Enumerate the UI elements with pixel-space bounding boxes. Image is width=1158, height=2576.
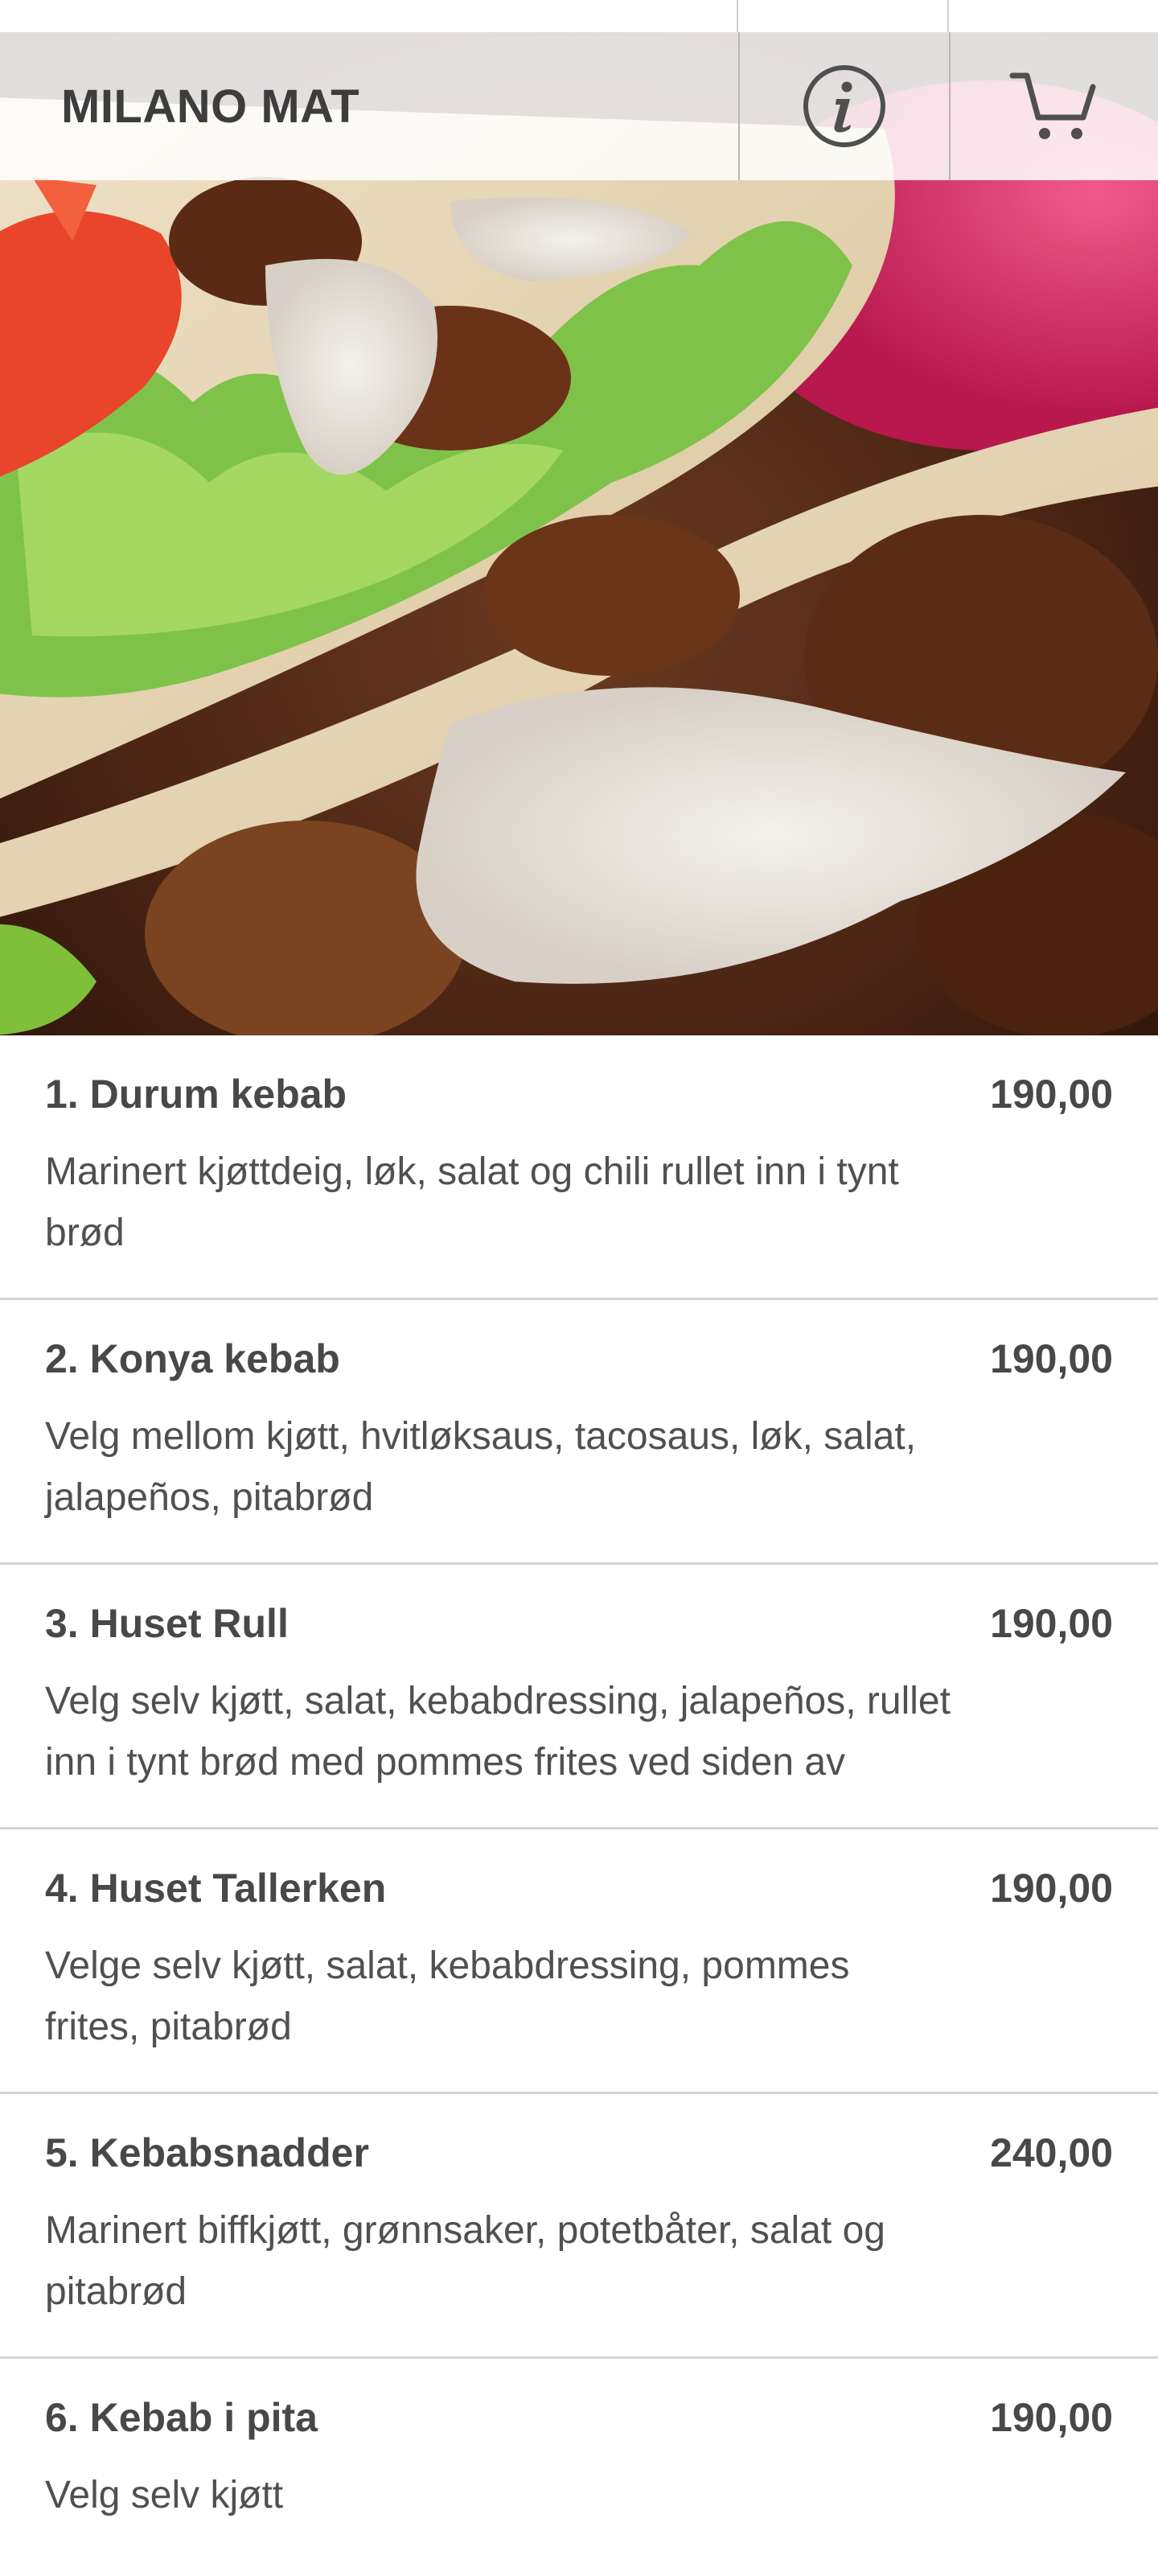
menu-item[interactable]: 3. Huset Rull 190,00 Velg selv kjøtt, sa… [0,1565,1158,1829]
menu-item-description: Velg mellom kjøtt, hvitløksaus, tacosaus… [45,1415,917,1519]
menu-item-name: 1. Durum kebab [45,1072,347,1117]
menu-item[interactable]: 6. Kebab i pita 190,00 Velg selv kjøtt [0,2359,1158,2560]
header-bar: MILANO MAT [0,32,1158,180]
menu-item-description: Marinert biffkjøtt, grønnsaker, potetbåt… [45,2209,885,2313]
cart-button[interactable] [949,32,1158,180]
header-divider [947,0,949,32]
menu-item-description: Velge selv kjøtt, salat, kebabdressing, … [45,1944,850,2048]
menu-item-description: Marinert kjøttdeig, løk, salat og chili … [45,1150,899,1254]
menu-item-name: 3. Huset Rull [45,1601,289,1646]
menu-item-description: Velg selv kjøtt, salat, kebabdressing, j… [45,1680,951,1784]
menu-item-name: 4. Huset Tallerken [45,1866,387,1911]
status-strip [0,0,1158,32]
menu-item-price: 190,00 [990,1336,1113,1381]
menu-item-price: 190,00 [990,1866,1113,1911]
menu-item-name: 6. Kebab i pita [45,2395,318,2440]
menu-item-name: 5. Kebabsnadder [45,2130,369,2175]
menu-item[interactable]: 2. Konya kebab 190,00 Velg mellom kjøtt,… [0,1300,1158,1565]
info-button[interactable] [738,32,949,180]
menu-item-price: 190,00 [990,2395,1113,2440]
menu-list: 1. Durum kebab 190,00 Marinert kjøttdeig… [0,1035,1158,2560]
menu-item-price: 190,00 [990,1072,1113,1117]
info-icon [803,65,885,147]
brand-title[interactable]: MILANO MAT [0,32,738,180]
menu-item-description: Velg selv kjøtt [45,2474,284,2516]
menu-item-name: 2. Konya kebab [45,1336,340,1381]
menu-item[interactable]: 1. Durum kebab 190,00 Marinert kjøttdeig… [0,1035,1158,1300]
menu-item-price: 240,00 [990,2130,1113,2175]
header-divider [737,0,738,32]
menu-item[interactable]: 4. Huset Tallerken 190,00 Velge selv kjø… [0,1829,1158,2094]
menu-item[interactable]: 5. Kebabsnadder 240,00 Marinert biffkjøt… [0,2094,1158,2359]
cart-icon [1009,72,1096,139]
page: MILANO MAT 1. Durum kebab 190,00 Mariner… [0,0,1158,2576]
menu-item-price: 190,00 [990,1601,1113,1646]
